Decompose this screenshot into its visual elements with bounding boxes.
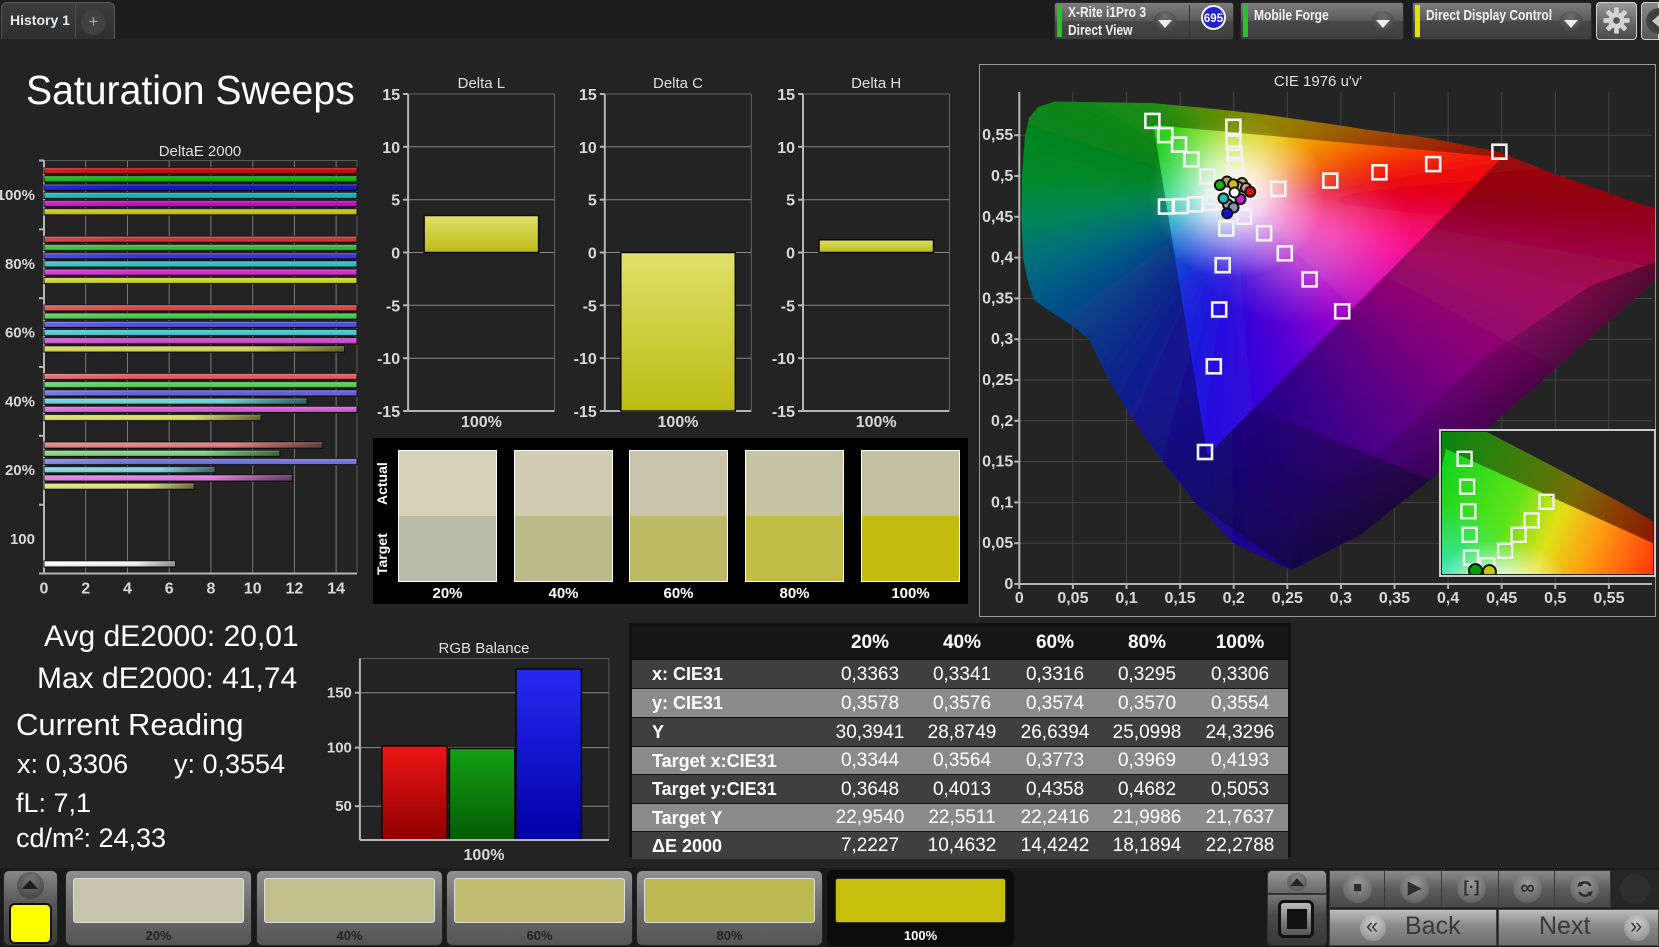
svg-text:10: 10: [382, 140, 400, 157]
svg-text:100%: 100%: [464, 847, 505, 864]
svg-text:20%: 20%: [5, 462, 35, 479]
svg-text:0,55: 0,55: [982, 127, 1013, 144]
svg-text:0,25: 0,25: [982, 372, 1013, 389]
svg-text:0,5: 0,5: [1544, 590, 1566, 607]
svg-text:0,45: 0,45: [982, 209, 1013, 226]
svg-text:0,15: 0,15: [982, 454, 1013, 471]
svg-text:14: 14: [327, 581, 345, 598]
svg-text:0: 0: [40, 581, 49, 598]
svg-text:100%: 100%: [461, 414, 502, 431]
svg-text:0,2: 0,2: [991, 413, 1013, 430]
svg-text:100: 100: [327, 740, 352, 757]
svg-text:15: 15: [382, 87, 400, 104]
svg-text:0,35: 0,35: [982, 290, 1013, 307]
svg-text:6: 6: [165, 581, 174, 598]
svg-text:0: 0: [1015, 590, 1024, 607]
svg-text:100%: 100%: [856, 414, 897, 431]
svg-text:150: 150: [327, 685, 352, 702]
svg-text:0,2: 0,2: [1223, 590, 1245, 607]
svg-text:DeltaE 2000: DeltaE 2000: [159, 143, 242, 160]
svg-text:Delta H: Delta H: [851, 75, 901, 92]
svg-text:0,05: 0,05: [982, 535, 1013, 552]
svg-text:0,5: 0,5: [991, 168, 1013, 185]
svg-text:-15: -15: [377, 404, 400, 421]
svg-text:15: 15: [579, 87, 597, 104]
svg-text:5: 5: [391, 193, 400, 210]
svg-text:RGB Balance: RGB Balance: [439, 640, 530, 657]
svg-text:2: 2: [81, 581, 90, 598]
svg-text:100: 100: [10, 531, 35, 548]
svg-text:-15: -15: [574, 404, 597, 421]
svg-text:0,3: 0,3: [1330, 590, 1352, 607]
svg-text:-5: -5: [583, 298, 597, 315]
svg-text:-5: -5: [781, 298, 795, 315]
svg-text:0: 0: [1004, 576, 1013, 593]
svg-text:0: 0: [588, 246, 597, 263]
svg-text:50: 50: [335, 798, 352, 815]
svg-text:5: 5: [786, 193, 795, 210]
svg-text:0,45: 0,45: [1486, 590, 1517, 607]
svg-text:40%: 40%: [5, 393, 35, 410]
svg-text:0,35: 0,35: [1379, 590, 1410, 607]
svg-text:-15: -15: [772, 404, 795, 421]
svg-text:0,4: 0,4: [991, 250, 1013, 267]
svg-text:8: 8: [206, 581, 215, 598]
svg-text:100%: 100%: [0, 187, 35, 204]
svg-text:0,1: 0,1: [991, 494, 1013, 511]
svg-text:4: 4: [123, 581, 132, 598]
svg-text:100%: 100%: [658, 414, 699, 431]
svg-text:10: 10: [777, 140, 795, 157]
svg-text:12: 12: [286, 581, 304, 598]
svg-text:80%: 80%: [5, 256, 35, 273]
svg-text:0,15: 0,15: [1165, 590, 1196, 607]
svg-text:10: 10: [244, 581, 262, 598]
svg-text:5: 5: [588, 193, 597, 210]
svg-text:-10: -10: [574, 351, 597, 368]
svg-text:60%: 60%: [5, 325, 35, 342]
svg-text:10: 10: [579, 140, 597, 157]
svg-text:-10: -10: [377, 351, 400, 368]
svg-text:0,55: 0,55: [1593, 590, 1624, 607]
svg-text:0,3: 0,3: [991, 331, 1013, 348]
svg-text:0,25: 0,25: [1272, 590, 1303, 607]
svg-text:0,4: 0,4: [1437, 590, 1459, 607]
svg-text:-10: -10: [772, 351, 795, 368]
svg-text:-5: -5: [386, 298, 400, 315]
svg-text:15: 15: [777, 87, 795, 104]
svg-text:0: 0: [391, 246, 400, 263]
svg-text:CIE 1976 u'v': CIE 1976 u'v': [1274, 73, 1362, 90]
svg-text:0: 0: [786, 246, 795, 263]
svg-text:0,05: 0,05: [1057, 590, 1088, 607]
svg-text:Delta L: Delta L: [458, 75, 506, 92]
svg-text:Delta C: Delta C: [653, 75, 703, 92]
svg-text:0,1: 0,1: [1115, 590, 1137, 607]
